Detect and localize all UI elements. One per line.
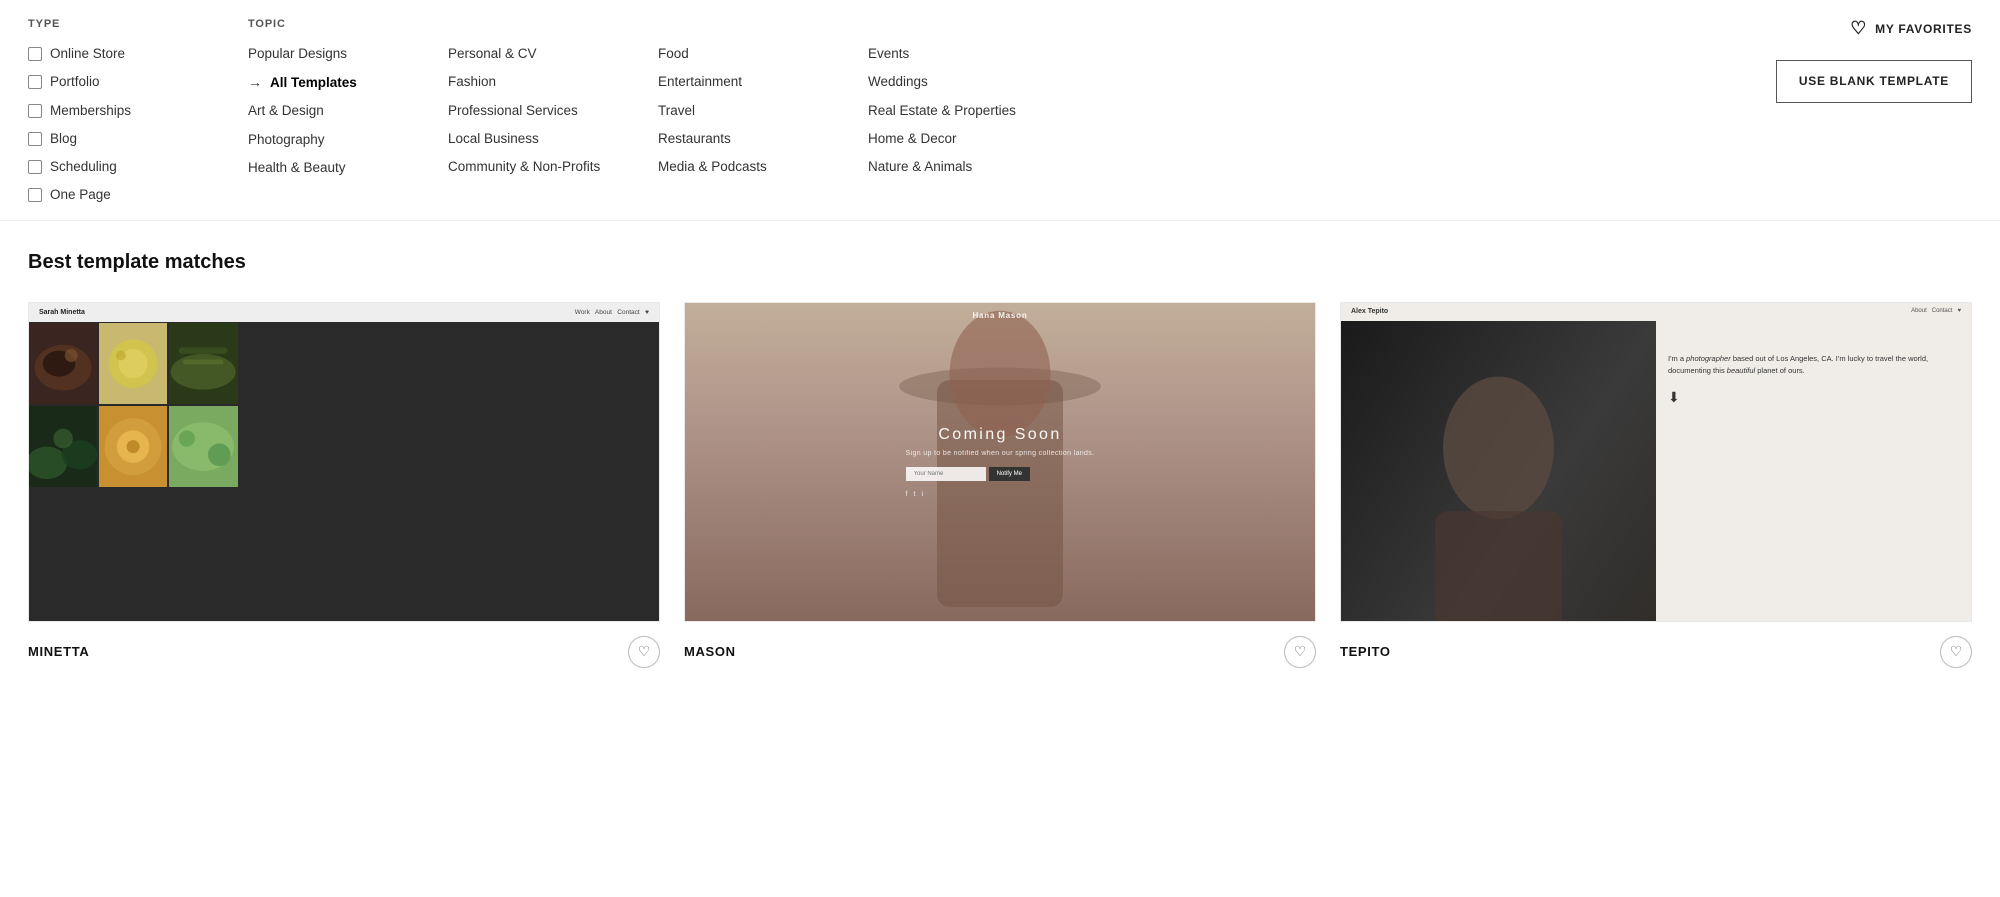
topic-real-estate[interactable]: Real Estate & Properties xyxy=(868,97,1078,125)
type-online-store[interactable]: Online Store xyxy=(28,40,248,68)
topic-weddings[interactable]: Weddings xyxy=(868,68,1078,96)
down-arrow-icon: ⬇ xyxy=(1668,389,1959,406)
my-favorites-button[interactable]: ♡ MY FAVORITES xyxy=(1850,18,1972,39)
tepito-site-name: Alex Tepito xyxy=(1351,308,1388,315)
mason-label: MASON xyxy=(684,644,736,659)
minetta-card-footer: MINETTA ♡ xyxy=(28,622,660,672)
minetta-thumbnail: Sarah Minetta Work About Contact ♥ xyxy=(28,302,660,622)
topic-media-podcasts[interactable]: Media & Podcasts xyxy=(658,153,868,181)
mason-nav: Hana Mason xyxy=(685,303,1315,328)
checkbox-online-store[interactable] xyxy=(28,47,42,61)
tepito-text-container: I'm a photographer based out of Los Ange… xyxy=(1656,321,1971,622)
topic-fashion[interactable]: Fashion xyxy=(448,68,658,96)
minetta-favorite-button[interactable]: ♡ xyxy=(628,636,660,668)
mason-email-input[interactable] xyxy=(906,467,986,481)
tepito-nav: Alex Tepito About Contact ♥ xyxy=(1341,303,1971,320)
type-one-page[interactable]: One Page xyxy=(28,181,248,209)
tepito-photo-container xyxy=(1341,321,1656,622)
checkbox-scheduling[interactable] xyxy=(28,160,42,174)
food-cell-2 xyxy=(99,323,167,404)
topic-professional-services[interactable]: Professional Services xyxy=(448,97,658,125)
topic-popular-designs[interactable]: Popular Designs xyxy=(248,40,448,68)
topic-entertainment[interactable]: Entertainment xyxy=(658,68,868,96)
template-card-minetta[interactable]: Sarah Minetta Work About Contact ♥ xyxy=(28,302,660,672)
instagram-icon: i xyxy=(921,491,923,498)
checkbox-portfolio[interactable] xyxy=(28,75,42,89)
mason-notify-button[interactable]: Notify Me xyxy=(989,467,1030,481)
topic-community-nonprofits[interactable]: Community & Non-Profits xyxy=(448,153,658,181)
food-grid xyxy=(29,323,238,487)
mason-favorite-button[interactable]: ♡ xyxy=(1284,636,1316,668)
food-cell-6 xyxy=(169,406,237,487)
food-cell-1 xyxy=(29,323,97,404)
main-content: Best template matches Sarah Minetta Work… xyxy=(0,221,2000,712)
topic-filter-col1: TOPIC Popular Designs → All Templates Ar… xyxy=(248,18,448,210)
type-filter-section: TYPE Online Store Portfolio Memberships … xyxy=(28,18,248,210)
topic-home-decor[interactable]: Home & Decor xyxy=(868,125,1078,153)
topic-nature-animals[interactable]: Nature & Animals xyxy=(868,153,1078,181)
topic-photography[interactable]: Photography xyxy=(248,126,448,154)
mason-card-footer: MASON ♡ xyxy=(684,622,1316,672)
tepito-card-footer: TEPITO ♡ xyxy=(1340,622,1972,672)
checkbox-blog[interactable] xyxy=(28,132,42,146)
tepito-label: TEPITO xyxy=(1340,644,1391,659)
heart-icon: ♡ xyxy=(1850,18,1867,39)
topic-health-beauty[interactable]: Health & Beauty xyxy=(248,154,448,182)
type-scheduling[interactable]: Scheduling xyxy=(28,153,248,181)
topic-personal-cv[interactable]: Personal & CV xyxy=(448,40,658,68)
use-blank-template-button[interactable]: USE BLANK TEMPLATE xyxy=(1776,60,1972,103)
twitter-icon: t xyxy=(914,491,916,498)
food-cell-3 xyxy=(169,323,237,404)
topic-food[interactable]: Food xyxy=(658,40,868,68)
facebook-icon: f xyxy=(906,491,908,498)
topic-events[interactable]: Events xyxy=(868,40,1078,68)
topic-art-design[interactable]: Art & Design xyxy=(248,97,448,125)
topic-all-templates[interactable]: → All Templates xyxy=(248,68,448,97)
checkbox-one-page[interactable] xyxy=(28,188,42,202)
type-blog[interactable]: Blog xyxy=(28,125,248,153)
heart-outline-icon3: ♡ xyxy=(1950,643,1963,660)
section-title: Best template matches xyxy=(28,251,1972,274)
filter-bar: TYPE Online Store Portfolio Memberships … xyxy=(0,0,2000,221)
heart-outline-icon: ♡ xyxy=(638,643,651,660)
mason-social-icons: f t i xyxy=(906,491,1095,498)
arrow-icon: → xyxy=(248,72,262,93)
template-card-tepito[interactable]: Alex Tepito About Contact ♥ xyxy=(1340,302,1972,672)
tepito-thumbnail: Alex Tepito About Contact ♥ xyxy=(1340,302,1972,622)
topic-travel[interactable]: Travel xyxy=(658,97,868,125)
tepito-nav-links: About Contact ♥ xyxy=(1911,308,1961,314)
tepito-person-image xyxy=(1341,321,1656,622)
tepito-bio-text: I'm a photographer based out of Los Ange… xyxy=(1668,353,1959,377)
mason-thumbnail: Hana Mason xyxy=(684,302,1316,622)
topic-local-business[interactable]: Local Business xyxy=(448,125,658,153)
tepito-photo xyxy=(1341,321,1656,622)
checkbox-memberships[interactable] xyxy=(28,104,42,118)
minetta-label: MINETTA xyxy=(28,644,89,659)
minetta-site-name: Sarah Minetta xyxy=(39,309,85,316)
topic-label: TOPIC xyxy=(248,18,448,30)
mason-input-row: Notify Me xyxy=(906,467,1095,481)
mason-coming-soon: Coming Soon Sign up to be notified when … xyxy=(906,426,1095,498)
minetta-nav-links: Work About Contact ♥ xyxy=(575,309,649,316)
heart-outline-icon2: ♡ xyxy=(1294,643,1307,660)
type-memberships[interactable]: Memberships xyxy=(28,97,248,125)
food-cell-4 xyxy=(29,406,97,487)
tepito-favorite-button[interactable]: ♡ xyxy=(1940,636,1972,668)
food-cell-5 xyxy=(99,406,167,487)
type-label: TYPE xyxy=(28,18,248,30)
topic-restaurants[interactable]: Restaurants xyxy=(658,125,868,153)
topic-filter-col3: TOPIC Food Entertainment Travel Restaura… xyxy=(658,18,868,210)
topic-filter-col2: TOPIC Personal & CV Fashion Professional… xyxy=(448,18,658,210)
template-card-mason[interactable]: Hana Mason xyxy=(684,302,1316,672)
minetta-nav: Sarah Minetta Work About Contact ♥ xyxy=(29,303,659,322)
type-portfolio[interactable]: Portfolio xyxy=(28,68,248,96)
template-grid: Sarah Minetta Work About Contact ♥ xyxy=(28,302,1972,672)
topic-filter-col4: TOPIC Events Weddings Real Estate & Prop… xyxy=(868,18,1078,210)
